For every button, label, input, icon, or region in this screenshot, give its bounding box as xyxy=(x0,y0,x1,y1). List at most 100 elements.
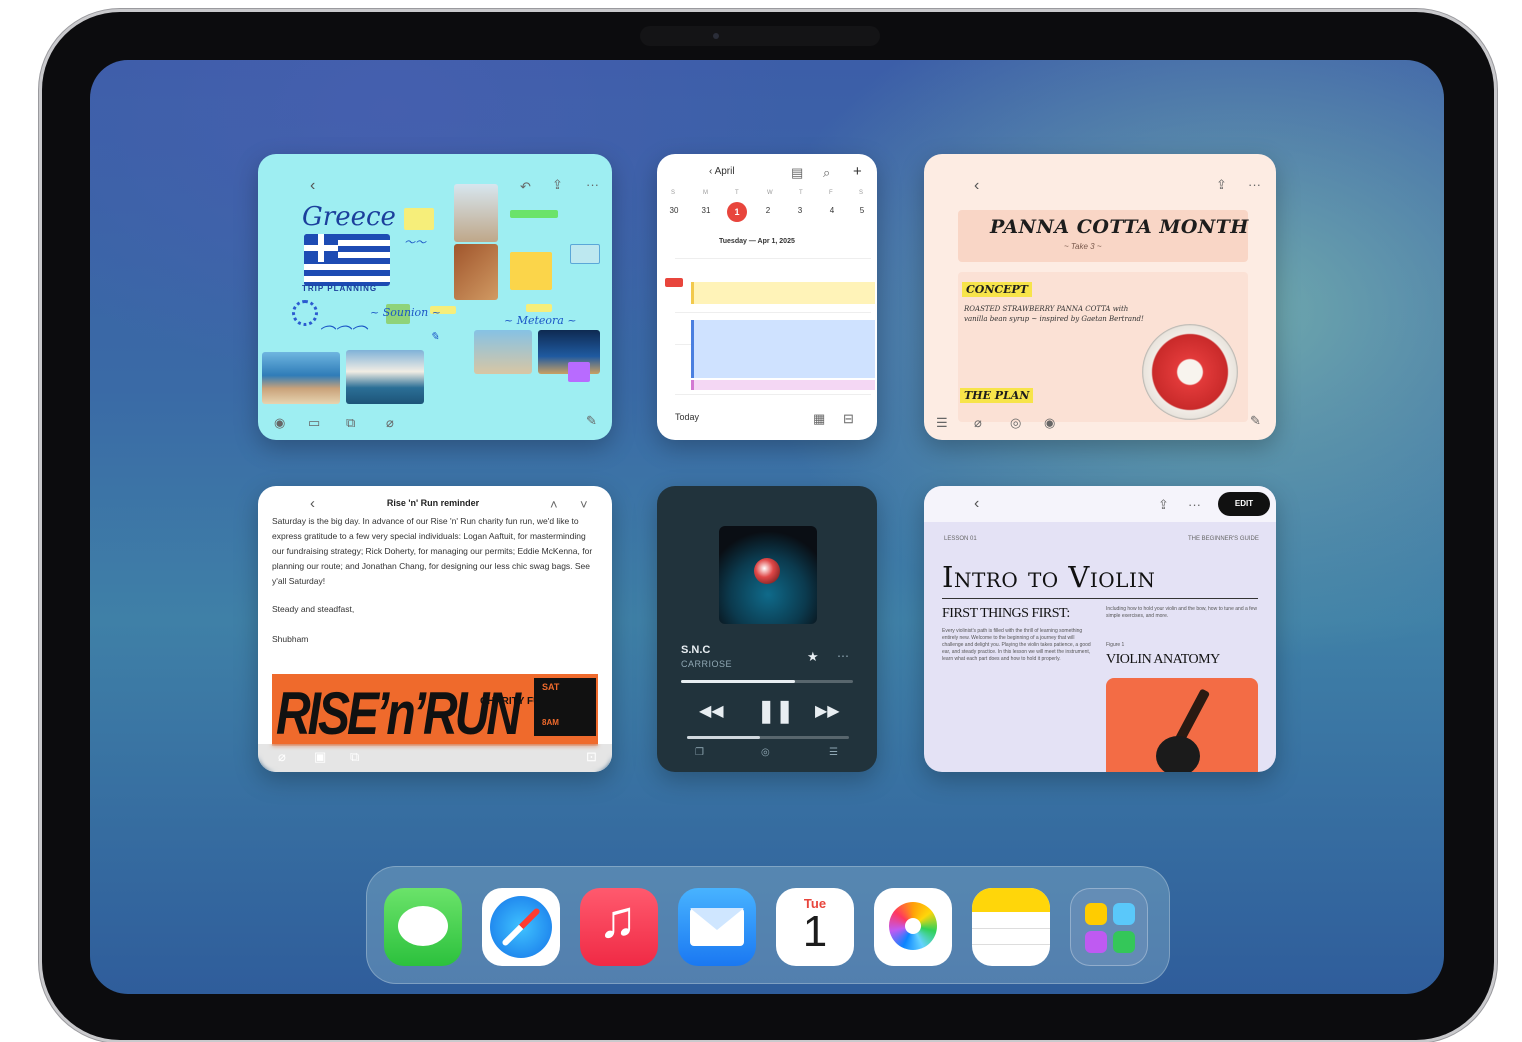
calendar-back-button[interactable]: ‹ April xyxy=(709,166,735,177)
camera-icon[interactable]: ▣ xyxy=(314,750,326,763)
calendar-event[interactable] xyxy=(691,282,875,304)
back-icon[interactable]: ‹ xyxy=(310,496,315,511)
add-event-icon[interactable]: + xyxy=(853,164,862,179)
message-signoff: Steady and steadfast, xyxy=(272,604,355,614)
concept-label: CONCEPT xyxy=(962,282,1032,297)
photo-thumbnail[interactable] xyxy=(454,244,498,300)
more-icon[interactable]: ··· xyxy=(586,178,599,191)
view-toggle-icon[interactable]: ▤ xyxy=(791,166,803,179)
favorite-star-icon[interactable]: ★ xyxy=(807,650,819,663)
messages-app-icon[interactable] xyxy=(384,888,462,966)
volume-fill xyxy=(687,736,760,739)
weekday-label: S xyxy=(671,190,676,196)
day-cell[interactable]: 30 xyxy=(665,206,683,215)
share-icon[interactable]: ⇪ xyxy=(1216,178,1227,191)
calendar-event[interactable] xyxy=(691,320,875,378)
sticky-note[interactable] xyxy=(404,208,434,230)
music-note-icon: ♫ xyxy=(598,891,637,949)
progress-fill xyxy=(681,680,795,683)
compose-icon[interactable]: ✎ xyxy=(586,414,597,427)
pause-icon[interactable]: ❚❚ xyxy=(757,700,794,722)
notes-panna-cotta-window[interactable]: ‹ ⇪ ··· PANNA COTTA MONTH ~ Take 3 ~ CON… xyxy=(924,154,1276,440)
message-signature: Shubham xyxy=(272,634,309,644)
guide-label: THE BEGINNER'S GUIDE xyxy=(1188,536,1259,542)
attachment-icon[interactable]: ⌀ xyxy=(974,416,982,429)
edit-button[interactable]: EDIT xyxy=(1218,492,1270,516)
inbox-icon[interactable]: ⊟ xyxy=(843,412,854,425)
search-icon[interactable]: ⌕ xyxy=(823,166,830,179)
share-icon[interactable]: ⇪ xyxy=(1158,498,1169,511)
notes-app-icon[interactable] xyxy=(972,888,1050,966)
message-subject: Rise 'n' Run reminder xyxy=(386,498,480,508)
photos-app-icon[interactable] xyxy=(874,888,952,966)
more-icon[interactable]: ··· xyxy=(1248,178,1261,191)
day-cell[interactable]: 5 xyxy=(853,206,871,215)
selected-day-cell[interactable]: 1 xyxy=(727,202,747,222)
text-box-icon[interactable]: ▭ xyxy=(308,416,320,429)
sticky-note[interactable] xyxy=(568,362,590,382)
chevron-up-icon[interactable]: ˄ xyxy=(550,498,558,511)
music-app-icon[interactable]: ♫ xyxy=(580,888,658,966)
app-library-icon[interactable] xyxy=(1070,888,1148,966)
calendars-icon[interactable]: ▦ xyxy=(813,412,825,425)
day-cell[interactable]: 2 xyxy=(759,206,777,215)
freeform-window[interactable]: ‹ ↶ ⇪ ··· Greece TRIP PLANNING 〜〜 ~ Soun… xyxy=(258,154,612,440)
checklist-icon[interactable]: ☰ xyxy=(936,416,948,429)
day-cell[interactable]: 3 xyxy=(791,206,809,215)
pen-tool-icon[interactable]: ◉ xyxy=(274,416,285,429)
more-icon[interactable]: ⋯ xyxy=(837,650,849,662)
day-cell[interactable]: 31 xyxy=(697,206,715,215)
compose-icon[interactable]: ✎ xyxy=(1250,414,1261,427)
photo-thumbnail[interactable] xyxy=(454,184,498,242)
back-icon[interactable]: ‹ xyxy=(310,178,315,194)
attachment-icon[interactable]: ⌀ xyxy=(278,750,286,763)
photo-thumbnail[interactable] xyxy=(474,330,532,374)
scan-icon[interactable]: ⊡ xyxy=(586,750,597,763)
violin-body-drawing xyxy=(1156,736,1200,772)
shapes-icon[interactable]: ⧉ xyxy=(346,416,355,429)
photo-thumbnail[interactable] xyxy=(262,352,340,404)
current-time-indicator xyxy=(665,278,683,287)
notes-violin-window[interactable]: ‹ ⇪ ··· EDIT LESSON 01 THE BEGINNER'S GU… xyxy=(924,486,1276,772)
flower-center xyxy=(905,918,921,934)
undo-icon[interactable]: ↶ xyxy=(520,180,531,193)
audio-icon[interactable]: ◉ xyxy=(1044,416,1055,429)
hour-line xyxy=(675,312,871,313)
photo-library-icon[interactable]: ⧉ xyxy=(350,750,359,763)
day-cell[interactable]: 4 xyxy=(823,206,841,215)
attachment-icon[interactable]: ⌀ xyxy=(386,416,394,429)
weekday-label: T xyxy=(735,190,739,196)
app-grid-icon xyxy=(1085,931,1107,953)
sticky-note[interactable] xyxy=(510,210,558,218)
weekday-label: W xyxy=(767,190,773,196)
calendar-window[interactable]: ‹ April ▤ ⌕ + S M T W T F S 30 31 1 2 3 … xyxy=(657,154,877,440)
music-now-playing-window[interactable]: S.N.C CARRIOSE ★ ⋯ ◀◀ ❚❚ ▶▶ ❐ ◎ ☰ xyxy=(657,486,877,772)
calendar-event[interactable] xyxy=(691,380,875,390)
calendar-app-icon[interactable]: Tue 1 xyxy=(776,888,854,966)
weekday-label: M xyxy=(703,190,708,196)
message-body: Saturday is the big day. In advance of o… xyxy=(272,516,593,586)
back-icon[interactable]: ‹ xyxy=(974,178,979,194)
poster-day: SAT xyxy=(542,682,560,692)
sticky-note[interactable] xyxy=(570,244,600,264)
queue-icon[interactable]: ☰ xyxy=(829,748,838,758)
chevron-down-icon[interactable]: ˅ xyxy=(580,498,588,511)
playback-progress-bar[interactable] xyxy=(681,680,853,683)
back-icon[interactable]: ‹ xyxy=(974,496,979,512)
more-icon[interactable]: ··· xyxy=(1188,498,1201,511)
photo-thumbnail[interactable] xyxy=(346,350,424,404)
share-icon[interactable]: ⇪ xyxy=(552,178,563,191)
markup-icon[interactable]: ◎ xyxy=(1010,416,1021,429)
today-button[interactable]: Today xyxy=(675,412,699,422)
lyrics-icon[interactable]: ❐ xyxy=(695,748,704,758)
safari-app-icon[interactable] xyxy=(482,888,560,966)
volume-slider[interactable] xyxy=(687,736,849,739)
sticky-note[interactable] xyxy=(510,252,552,290)
fast-forward-icon[interactable]: ▶▶ xyxy=(815,704,840,720)
body-text: Including how to hold your violin and th… xyxy=(1106,606,1257,619)
back-label: April xyxy=(714,166,735,177)
rewind-icon[interactable]: ◀◀ xyxy=(699,704,724,720)
airplay-icon[interactable]: ◎ xyxy=(761,748,770,758)
mail-compose-window[interactable]: ‹ Rise 'n' Run reminder ˄ ˅ Saturday is … xyxy=(258,486,612,772)
mail-app-icon[interactable] xyxy=(678,888,756,966)
